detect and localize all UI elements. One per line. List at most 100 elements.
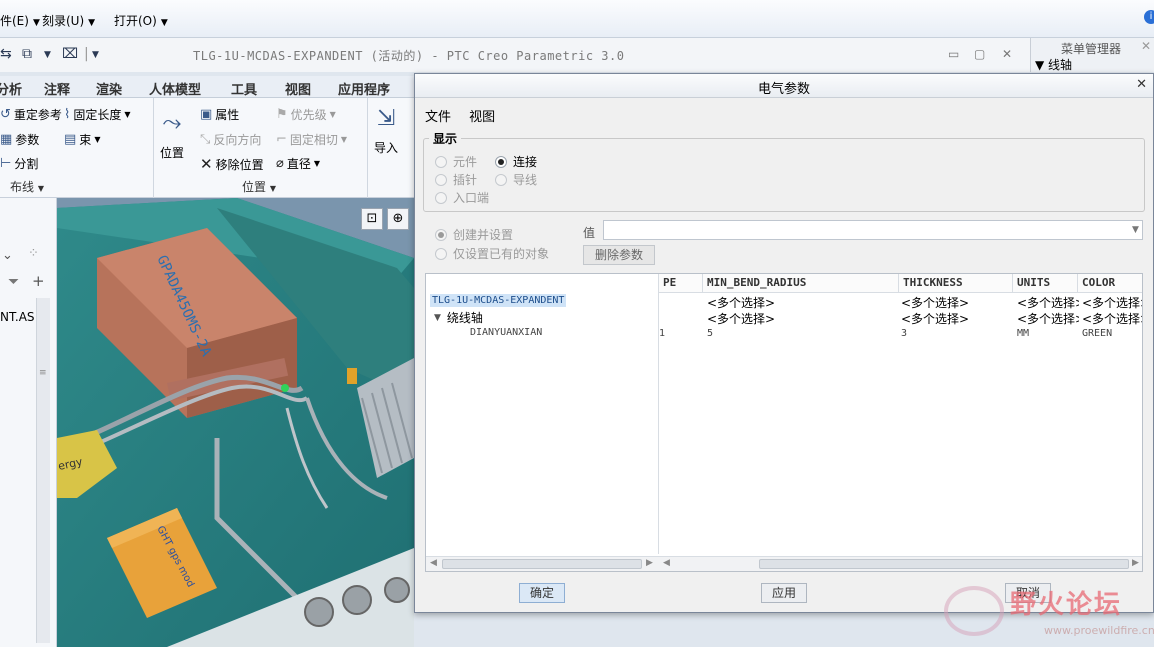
regenerate-icon[interactable]: ⇆ [0,46,12,62]
zoom-fit-icon[interactable]: ⊡ [361,208,383,230]
menu-view[interactable]: 视图 [469,110,495,125]
bundle-button[interactable]: ▤ 束 ▼ [64,131,100,148]
radio-pin[interactable]: 插针 [435,171,477,188]
tab-analysis[interactable]: 分析 [0,79,22,98]
dialog-title: 电气参数 [757,82,810,97]
menu-item-open[interactable]: 打开(O) ▼ [114,12,168,29]
radio-entry-port[interactable]: 入口端 [435,189,489,206]
menu-file[interactable]: 文件 [425,110,451,125]
value-input[interactable] [603,220,1143,240]
menu-manager-item-spool[interactable]: ▼ 线轴 [1035,56,1072,73]
add-icon[interactable]: + [32,272,45,290]
ok-button[interactable]: 确定 [519,583,565,603]
group-routing[interactable]: 布线 ▼ [10,178,44,195]
customize-dropdown-icon[interactable]: ▼ [92,50,99,60]
tab-tools[interactable]: 工具 [231,79,257,98]
diameter-button[interactable]: ⌀ 直径 ▼ [276,155,320,172]
column-header-min-bend-radius[interactable]: MIN_BEND_RADIUS [703,274,899,292]
fixed-tangent-button[interactable]: ⌐ 固定相切 ▼ [276,131,347,148]
radio-wire[interactable]: 导线 [495,171,537,188]
window-title: TLG-1U-MCDAS-EXPANDENT (活动的) - PTC Creo … [193,49,625,63]
group-position[interactable]: 位置 ▼ [242,178,276,195]
table-cell[interactable]: <多个选择> [1082,294,1142,311]
close-window-icon[interactable]: ⌧ [62,46,78,62]
params-table: TLG-1U-MCDAS-EXPANDENT ▼ 绕线轴 DIANYUANXIA… [425,273,1143,572]
title-bar: ⇆ ⧉ ▼ ⌧ | ▼ TLG-1U-MCDAS-EXPANDENT (活动的)… [0,38,1030,72]
diameter-icon: ⌀ [276,156,284,171]
bundle-icon: ▤ [64,132,77,147]
tree-pane: TLG-1U-MCDAS-EXPANDENT ▼ 绕线轴 DIANYUANXIA… [426,274,659,554]
column-header-thickness[interactable]: THICKNESS [899,274,1013,292]
priority-button[interactable]: ⚑ 优先级 ▼ [276,106,336,123]
tab-annotate[interactable]: 注释 [44,79,70,98]
filter-icon[interactable]: ⏷ [8,274,19,290]
dialog-close-icon[interactable]: ✕ [1136,77,1147,92]
params-button[interactable]: ▦ 参数 [0,131,39,148]
zoom-in-icon[interactable]: ⊕ [387,208,409,230]
menu-item-edit[interactable]: 件(E) ▼ [0,12,40,29]
table-cell[interactable]: <多个选择> [1017,294,1079,311]
priority-icon: ⚑ [276,107,288,122]
table-cell[interactable]: <多个选择> [1082,310,1142,327]
table-cell[interactable]: <多个选择> [707,310,897,327]
tree-root[interactable]: TLG-1U-MCDAS-EXPANDENT [430,294,567,307]
params-icon: ▦ [0,132,13,147]
left-panel-scrollbar[interactable]: ≡ [36,298,50,643]
table-cell[interactable]: 5 [707,328,897,339]
column-header-color[interactable]: COLOR [1078,274,1142,292]
model-viewport[interactable]: GPADA45OMS-2A ergy GHT gps mod ⊡ ⊕ [57,198,414,647]
tab-manikin[interactable]: 人体模型 [149,79,201,98]
tab-render[interactable]: 渲染 [96,79,122,98]
table-cell[interactable]: <多个选择> [707,294,897,311]
close-icon[interactable]: ✕ [1002,47,1012,61]
import-button[interactable]: ⇲ 导入 [374,106,398,156]
table-cell[interactable]: <多个选择> [901,294,1011,311]
table-cell[interactable]: MM [1017,328,1079,339]
radio-component[interactable]: 元件 [435,153,477,170]
windows-dropdown-icon[interactable]: ▼ [44,50,51,60]
tangent-icon: ⌐ [276,132,287,147]
minimize-icon[interactable]: ▭ [948,47,959,61]
chevron-down-icon[interactable]: ⌄ [2,248,13,263]
split-button[interactable]: ⊢ 分割 [0,155,38,172]
model-tree-item[interactable]: NT.AS [0,310,35,324]
chevron-down-icon[interactable]: ▼ [1129,221,1142,239]
table-cell[interactable]: <多个选择> [1017,310,1079,327]
fixed-length-button[interactable]: ⌇ 固定长度 ▼ [64,106,131,123]
menu-manager-close-icon[interactable]: ✕ [1141,39,1151,53]
ribbon-separator [153,98,154,198]
radio-connection[interactable]: 连接 [495,153,537,170]
table-cell[interactable]: <多个选择> [901,310,1011,327]
tab-applications[interactable]: 应用程序 [338,79,390,98]
windows-icon[interactable]: ⧉ [22,46,32,62]
apply-button[interactable]: 应用 [761,583,807,603]
menu-bar: 件(E) ▼ 刻录(U) ▼ 打开(O) ▼ i [0,0,1154,38]
radio-create-and-set[interactable]: 创建并设置 [435,226,513,243]
column-header-pe[interactable]: PE [659,274,703,292]
delete-param-button[interactable]: 删除参数 [583,245,655,265]
watermark-url: www.proewildfire.cn [1044,624,1154,637]
reverse-direction-button[interactable]: ⤡ 反向方向 [200,131,261,148]
table-cell[interactable]: 1 [659,328,699,339]
maximize-icon[interactable]: ▢ [974,47,985,61]
tree-horizontal-scrollbar[interactable]: ◀ ▶ [426,556,659,571]
info-icon[interactable]: i [1144,10,1154,24]
watermark-logo-icon [944,586,1004,636]
position-button[interactable]: ⤳ 位置 [160,108,184,161]
tree-node-item[interactable]: DIANYUANXIAN [470,327,542,338]
radio-set-existing[interactable]: 仅设置已有的对象 [435,245,549,262]
redefine-ref-button[interactable]: ↺ 重定参考 [0,106,62,123]
column-header-units[interactable]: UNITS [1013,274,1078,292]
redefine-icon: ↺ [0,107,11,122]
properties-button[interactable]: ▣ 属性 [200,106,239,123]
separator-icon: | [84,46,89,62]
tab-view[interactable]: 视图 [285,79,311,98]
menu-item-burn[interactable]: 刻录(U) ▼ [42,12,95,29]
expand-icon[interactable]: ▼ [434,313,441,323]
grid-settings-icon[interactable]: ⁘ [28,246,39,261]
table-cell[interactable]: 3 [901,328,1011,339]
table-cell[interactable]: GREEN [1082,328,1142,339]
table-horizontal-scrollbar[interactable]: ◀ ▶ [659,556,1142,571]
remove-position-button[interactable]: ✕ 移除位置 [200,155,264,173]
tree-node-spool[interactable]: ▼ 绕线轴 [434,309,483,326]
